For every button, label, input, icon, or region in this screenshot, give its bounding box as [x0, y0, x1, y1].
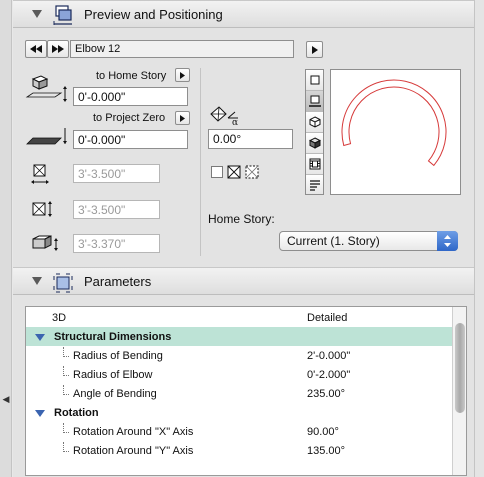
header-name: 3D — [52, 311, 67, 324]
floor-plan-view-button[interactable] — [306, 91, 323, 112]
project-zero-offset-input[interactable]: 0'-0.000" — [73, 130, 188, 149]
right-rail — [474, 0, 484, 477]
elbow-arc — [341, 79, 447, 167]
preview-mode-toolbar — [305, 69, 324, 195]
row-value[interactable]: 90.00° — [307, 426, 339, 438]
previous-element-button[interactable] — [25, 40, 47, 58]
list-view-icon — [309, 179, 320, 191]
home-story-menu-button[interactable] — [175, 68, 190, 82]
project-zero-label: to Project Zero — [93, 112, 166, 124]
section-title: Preview and Positioning — [84, 7, 223, 22]
svg-text:α: α — [232, 118, 238, 126]
collapse-arrow-icon[interactable]: ◀ — [1, 394, 11, 404]
row-value[interactable]: 2'-0.000" — [307, 350, 350, 362]
row-label: Radius of Bending — [73, 349, 163, 362]
row-label: Angle of Bending — [73, 387, 157, 400]
table-row[interactable]: Angle of Bending 235.00° — [26, 384, 452, 403]
parameters-box-icon — [53, 273, 73, 293]
header-value[interactable]: Detailed — [307, 312, 347, 324]
length-dimension-icon — [32, 201, 52, 217]
disclosure-triangle-icon[interactable] — [32, 277, 42, 285]
home-story-offset-input[interactable]: 0'-0.000" — [73, 87, 188, 106]
table-row[interactable]: Structural Dimensions — [26, 327, 452, 346]
home-story-select-label: Home Story: — [208, 212, 275, 226]
project-zero-menu-button[interactable] — [175, 111, 190, 125]
table-scrollbar[interactable] — [452, 307, 466, 475]
table-row[interactable]: Rotation — [26, 403, 452, 422]
plan-view-button[interactable] — [306, 70, 323, 91]
mirror-box-icon[interactable] — [226, 164, 242, 180]
home-story-selected-value: Current (1. Story) — [287, 234, 380, 248]
table-row[interactable]: Radius of Elbow 0'-2.000" — [26, 365, 452, 384]
plan-view-icon — [310, 75, 319, 85]
expand-button[interactable] — [306, 41, 323, 58]
rotation-angle-input[interactable]: 0.00° — [208, 129, 293, 149]
select-arrows-icon[interactable] — [437, 231, 458, 251]
table-row[interactable]: Rotation Around "Y" Axis 135.00° — [26, 441, 452, 460]
row-value[interactable]: 235.00° — [307, 388, 345, 400]
project-zero-elevation-icon — [26, 128, 67, 145]
width-input: 3'-3.500" — [73, 164, 160, 183]
row-label: Rotation Around "X" Axis — [73, 425, 194, 438]
parameters-table: 3D Detailed Structural Dimensions Radius… — [25, 306, 467, 476]
play-right-icon — [311, 45, 318, 54]
axonometry-shaded-icon — [308, 137, 321, 149]
row-label: Rotation Around "Y" Axis — [73, 444, 194, 457]
3d-box-placement-icon — [53, 5, 72, 25]
home-story-label: to Home Story — [96, 70, 167, 82]
axonometry-shaded-button[interactable] — [306, 133, 323, 154]
list-view-button[interactable] — [306, 175, 323, 194]
parameters-section-header[interactable] — [13, 267, 474, 295]
play-right-icon — [180, 71, 185, 79]
row-label: Structural Dimensions — [54, 330, 172, 343]
table-row[interactable]: Radius of Bending 2'-0.000" — [26, 346, 452, 365]
element-name-field[interactable]: Elbow 12 — [70, 40, 294, 58]
row-label: Radius of Elbow — [73, 368, 153, 381]
floor-plan-view-icon — [308, 95, 321, 107]
row-label: Rotation — [54, 406, 99, 419]
play-right-icon — [180, 114, 185, 122]
mirror-checkbox[interactable] — [211, 166, 223, 178]
disclosure-triangle-icon[interactable] — [32, 10, 42, 18]
axonometry-wireframe-icon — [309, 116, 320, 128]
disclosure-triangle-icon[interactable] — [35, 334, 45, 341]
fast-forward-icon — [52, 45, 64, 53]
height-dimension-icon — [32, 235, 58, 251]
film-frame-icon — [309, 158, 320, 170]
next-element-button[interactable] — [47, 40, 69, 58]
home-story-select[interactable]: Current (1. Story) — [279, 231, 458, 251]
left-rail — [0, 0, 12, 477]
table-row[interactable]: Rotation Around "X" Axis 90.00° — [26, 422, 452, 441]
axonometry-wireframe-button[interactable] — [306, 112, 323, 133]
width-dimension-icon — [31, 164, 49, 184]
table-header: 3D Detailed — [26, 308, 452, 327]
rotation-angle-icon: α — [210, 106, 238, 126]
row-value[interactable]: 135.00° — [307, 445, 345, 457]
row-value[interactable]: 0'-2.000" — [307, 369, 350, 381]
preview-section-header[interactable] — [13, 0, 474, 28]
section-title: Parameters — [84, 274, 152, 289]
disclosure-triangle-icon[interactable] — [35, 410, 45, 417]
elbow-preview — [341, 79, 447, 167]
column-divider — [200, 68, 201, 256]
mirror-dashed-box-icon[interactable] — [244, 164, 260, 180]
film-frame-button[interactable] — [306, 154, 323, 175]
rewind-icon — [30, 45, 42, 53]
home-story-elevation-icon — [25, 75, 67, 102]
scrollbar-thumb[interactable] — [455, 323, 465, 413]
length-input: 3'-3.500" — [73, 200, 160, 219]
preview-canvas[interactable] — [330, 69, 461, 195]
height-input: 3'-3.370" — [73, 234, 160, 253]
